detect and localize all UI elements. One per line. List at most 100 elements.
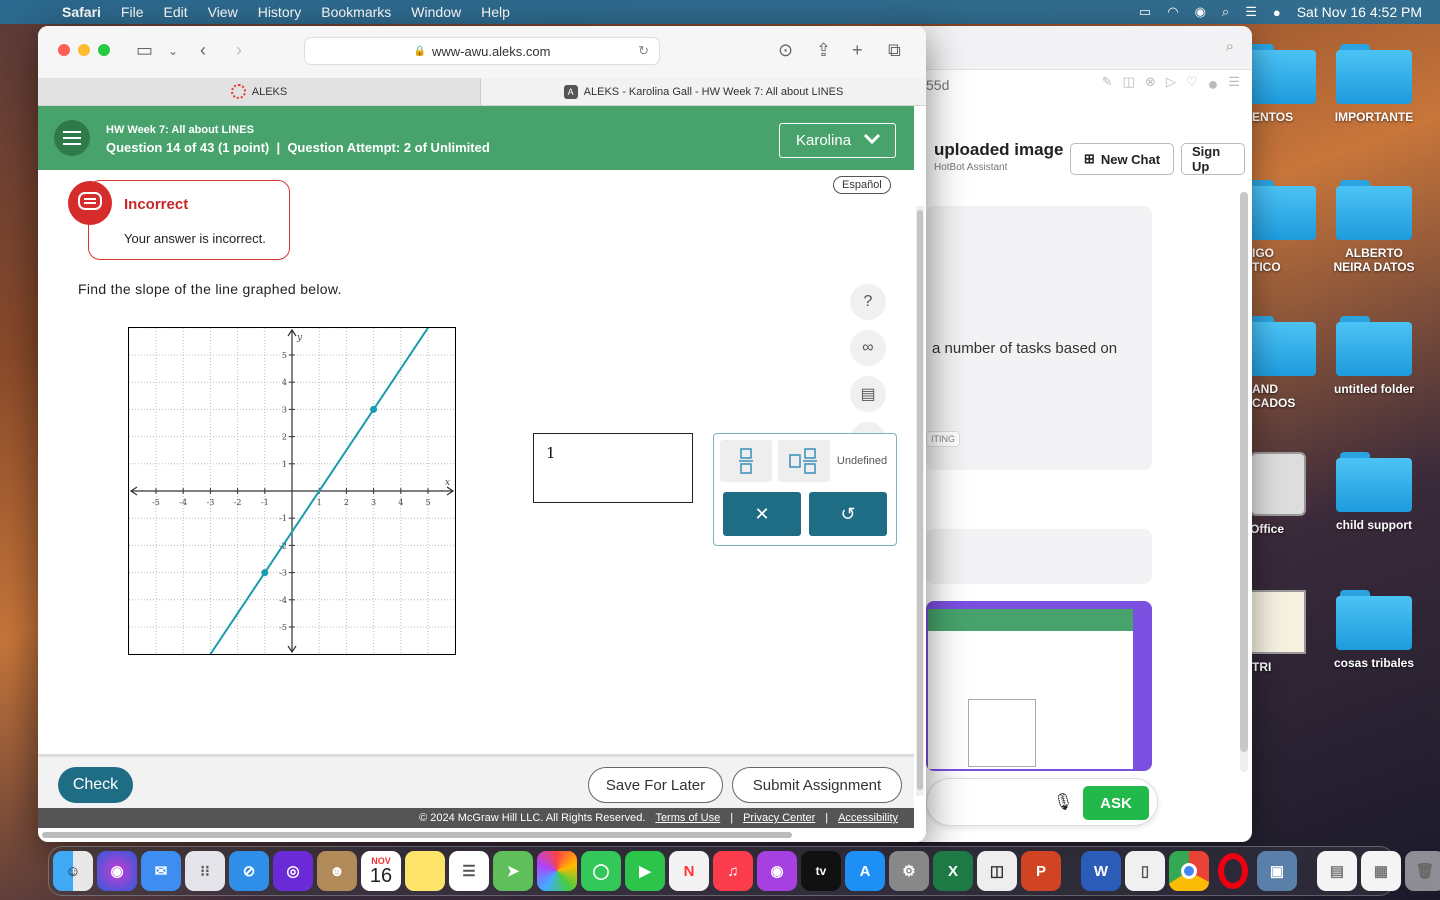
new-tab-icon[interactable]: +	[852, 40, 863, 61]
photos-icon[interactable]	[537, 851, 577, 891]
espanol-button[interactable]: Español	[833, 176, 891, 194]
messages-icon[interactable]: ◯	[581, 851, 621, 891]
minimize-window-button[interactable]	[78, 44, 90, 56]
glasses-icon[interactable]: ∞	[850, 330, 886, 366]
downloads-stack-icon[interactable]: ▦	[1361, 851, 1401, 891]
system-settings-icon[interactable]: ⚙	[889, 851, 929, 891]
control-center-icon[interactable]: ☰	[1245, 4, 1257, 20]
facetime-icon[interactable]: ▶	[625, 851, 665, 891]
send-icon[interactable]: ▷	[1166, 74, 1176, 95]
document-stack-icon[interactable]: ▤	[1317, 851, 1357, 891]
launchpad-icon[interactable]: ⁝⁝	[185, 851, 225, 891]
undo-button[interactable]: ↺	[809, 492, 887, 536]
forward-icon[interactable]: ›	[236, 40, 242, 61]
menu-history[interactable]: History	[248, 4, 312, 20]
chevron-down-icon[interactable]: ⌄	[168, 44, 178, 58]
avatar-icon[interactable]: ●	[1207, 74, 1218, 95]
new-chat-button[interactable]: ⊞ New Chat	[1070, 143, 1174, 175]
close-window-button[interactable]	[58, 44, 70, 56]
wifi-icon[interactable]: ◠	[1167, 4, 1178, 20]
fraction-key[interactable]	[720, 440, 772, 482]
save-for-later-button[interactable]: Save For Later	[588, 767, 723, 803]
siri-icon[interactable]: ◉	[97, 851, 137, 891]
siri-icon[interactable]: ●	[1273, 5, 1281, 20]
screenshot-icon[interactable]: ◫	[977, 851, 1017, 891]
tab-aleks[interactable]: ALEKS	[38, 78, 481, 105]
tab-aleks-homework[interactable]: A ALEKS - Karolina Gall - HW Week 7: All…	[481, 78, 926, 105]
help-icon[interactable]: ?	[850, 284, 886, 320]
address-bar[interactable]: 🔒 www-awu.aleks.com ↻	[304, 37, 660, 65]
mixed-number-key[interactable]	[778, 440, 830, 482]
menu-view[interactable]: View	[198, 4, 248, 20]
app-store-icon[interactable]: A	[845, 851, 885, 891]
word-icon[interactable]: W	[1081, 851, 1121, 891]
share-icon[interactable]: ⇪	[816, 40, 831, 61]
hotbot-ask-bar[interactable]: 🎙 ASK	[926, 778, 1158, 826]
page-scrollbar[interactable]	[916, 206, 924, 796]
privacy-link[interactable]: Privacy Center	[743, 812, 815, 824]
news-icon[interactable]: N	[669, 851, 709, 891]
podcasts-icon[interactable]: ◉	[757, 851, 797, 891]
notes-icon[interactable]: ▤	[850, 376, 886, 412]
undefined-key[interactable]: Undefined	[836, 440, 888, 482]
excel-icon[interactable]: X	[933, 851, 973, 891]
back-icon[interactable]: ‹	[200, 40, 206, 61]
opera-icon[interactable]	[1213, 851, 1253, 891]
menu-help[interactable]: Help	[471, 4, 520, 20]
menu-app-name[interactable]: Safari	[52, 4, 111, 20]
microphone-icon[interactable]: 🎙	[1053, 792, 1073, 812]
ask-button[interactable]: ASK	[1083, 786, 1149, 820]
search-icon[interactable]: ⌕	[1226, 38, 1234, 55]
mail-icon[interactable]: ✉	[141, 851, 181, 891]
submit-assignment-button[interactable]: Submit Assignment	[732, 767, 902, 803]
terms-link[interactable]: Terms of Use	[655, 812, 720, 824]
safari-icon[interactable]: ⊘	[229, 851, 269, 891]
calendar-icon[interactable]: NOV 16	[361, 851, 401, 891]
reminders-icon[interactable]: ☰	[449, 851, 489, 891]
notes-icon[interactable]	[405, 851, 445, 891]
desktop-folder-untitled[interactable]: untitled folder	[1326, 316, 1422, 396]
finder-icon[interactable]: ☺	[53, 851, 93, 891]
clear-button[interactable]: ✕	[723, 492, 801, 536]
sign-up-button[interactable]: Sign Up	[1181, 143, 1245, 175]
reload-icon[interactable]: ↻	[638, 43, 649, 59]
contacts-icon[interactable]: ☻	[317, 851, 357, 891]
podcasts-alt-icon[interactable]: ◎	[273, 851, 313, 891]
powerpoint-icon[interactable]: P	[1021, 851, 1061, 891]
download-icon[interactable]: ⊙	[778, 40, 793, 61]
uploaded-image-thumbnail[interactable]	[926, 601, 1152, 771]
search-icon[interactable]: ⌕	[1222, 4, 1229, 20]
image-viewer-icon[interactable]: ▣	[1257, 851, 1297, 891]
maps-icon[interactable]: ➤	[493, 851, 533, 891]
desktop-folder-cosas[interactable]: cosas tribales	[1326, 590, 1422, 670]
menu-window[interactable]: Window	[401, 4, 471, 20]
user-menu-button[interactable]: Karolina	[779, 123, 896, 158]
music-icon[interactable]: ♫	[713, 851, 753, 891]
hotbot-scrollbar[interactable]	[1240, 192, 1248, 772]
menu-datetime[interactable]: Sat Nov 16 4:52 PM	[1297, 4, 1422, 20]
close-circle-icon[interactable]: ⊗	[1145, 74, 1156, 95]
horizontal-scrollbar[interactable]	[42, 832, 792, 838]
heart-icon[interactable]: ♡	[1186, 74, 1198, 95]
check-button[interactable]: Check	[58, 767, 133, 803]
answer-input[interactable]: 1	[533, 433, 693, 503]
desktop-folder-child-support[interactable]: child support	[1326, 452, 1422, 532]
chrome-icon[interactable]	[1169, 851, 1209, 891]
apple-tv-icon[interactable]: tv	[801, 851, 841, 891]
preview-icon[interactable]: ▯	[1125, 851, 1165, 891]
desktop-folder-importante[interactable]: IMPORTANTE	[1326, 44, 1422, 124]
sidebar-toggle-icon[interactable]: ▭	[136, 40, 153, 61]
camera-icon[interactable]: ◫	[1123, 74, 1135, 95]
accessibility-link[interactable]: Accessibility	[838, 812, 898, 824]
zoom-window-button[interactable]	[98, 44, 110, 56]
user-icon[interactable]: ◉	[1195, 4, 1206, 20]
settings-icon[interactable]: ☰	[1228, 74, 1240, 95]
menu-edit[interactable]: Edit	[153, 4, 197, 20]
desktop-folder-alberto[interactable]: ALBERTO NEIRA DATOS	[1326, 180, 1422, 274]
menu-bookmarks[interactable]: Bookmarks	[311, 4, 401, 20]
trash-icon[interactable]: 🗑	[1405, 851, 1440, 891]
menu-button[interactable]	[54, 120, 90, 156]
menu-file[interactable]: File	[111, 4, 154, 20]
battery-icon[interactable]: ▭	[1139, 4, 1151, 20]
tab-overview-icon[interactable]: ⧉	[888, 40, 901, 61]
